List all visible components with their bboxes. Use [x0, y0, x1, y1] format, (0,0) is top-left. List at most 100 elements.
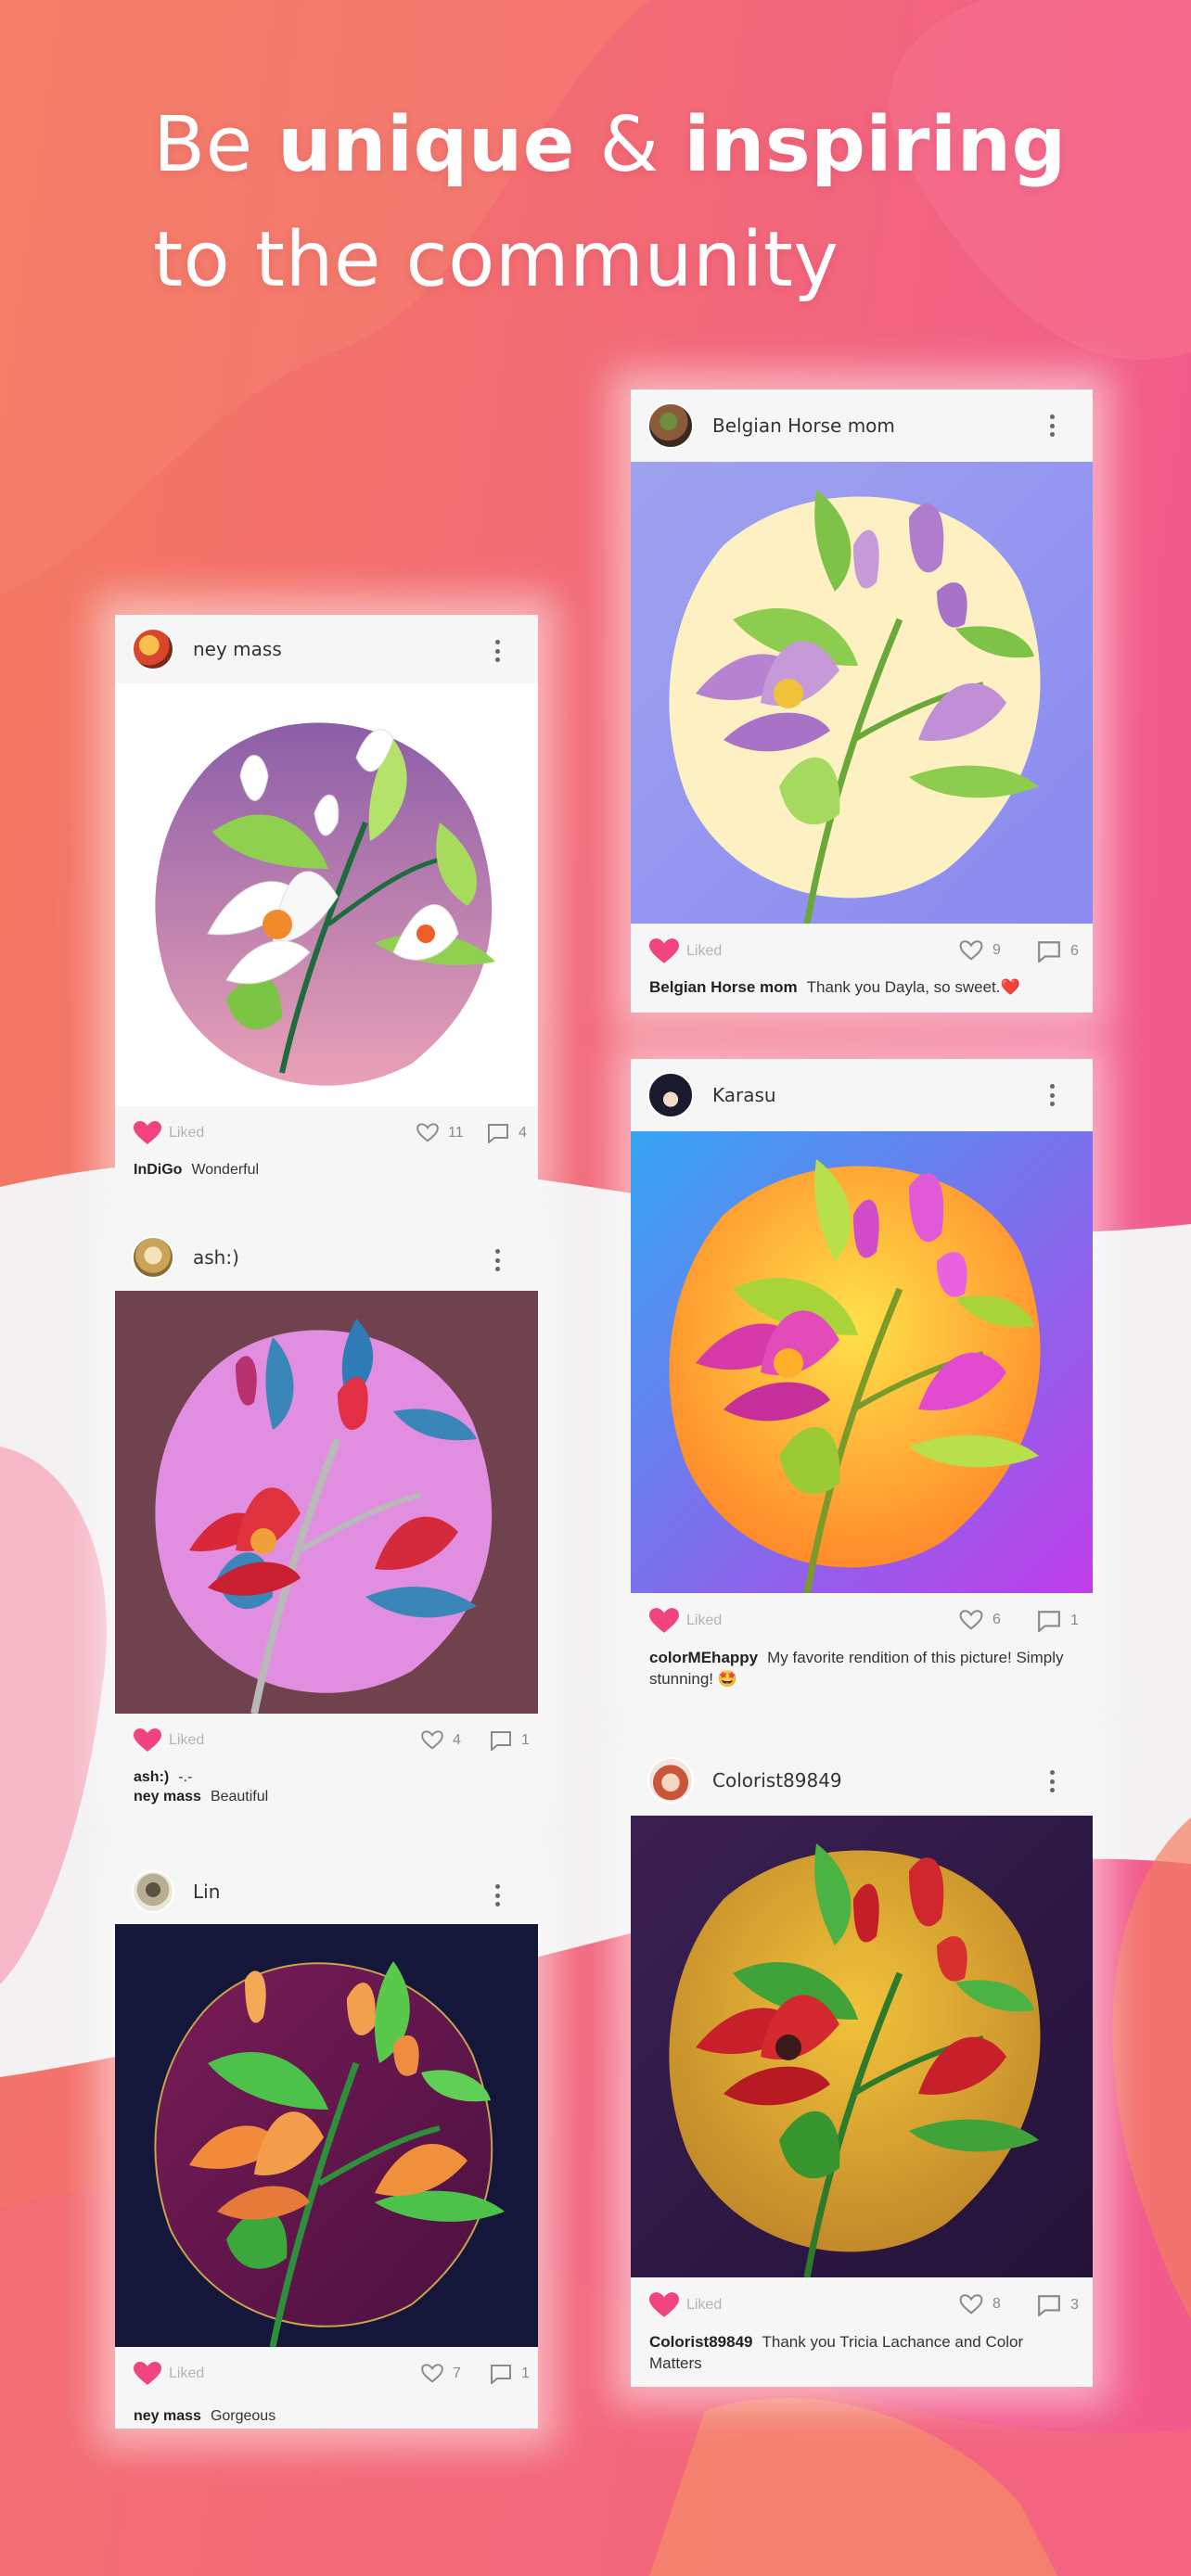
- headline-text: &: [574, 101, 685, 189]
- comment-text: Wonderful: [191, 1162, 260, 1178]
- post-username[interactable]: ney mass: [193, 638, 282, 660]
- like-count[interactable]: 8: [959, 2294, 1001, 2315]
- like-count-value: 6: [992, 1612, 1001, 1627]
- post-card: Lin Liked 7 1 ney mass Gorgeous: [115, 1859, 538, 2429]
- comment-author[interactable]: colorMEhappy: [649, 1649, 758, 1666]
- comment-count[interactable]: 3: [1037, 2294, 1079, 2316]
- heart-outline-icon: [959, 1610, 983, 1630]
- like-count[interactable]: 6: [959, 1610, 1001, 1630]
- avatar[interactable]: [647, 1072, 694, 1118]
- comment-line: Colorist89849 Thank you Tricia Lachance a…: [649, 2331, 1074, 2374]
- avatar[interactable]: [647, 1757, 694, 1804]
- comment-line: ash:) -.-: [134, 1767, 519, 1787]
- comment-text: -.-: [178, 1769, 193, 1785]
- post-actions: Liked 11 4: [134, 1106, 527, 1160]
- comment-icon: [491, 2365, 511, 2384]
- like-count-value: 8: [992, 2296, 1001, 2312]
- comment-count[interactable]: 6: [1037, 940, 1079, 963]
- comment-icon: [491, 1731, 511, 1751]
- more-options-icon[interactable]: [495, 1249, 501, 1271]
- headline-bold-unique: unique: [277, 101, 575, 189]
- liked-button[interactable]: Liked: [649, 938, 722, 964]
- artwork-image[interactable]: [115, 1924, 538, 2347]
- liked-button[interactable]: Liked: [649, 1608, 722, 1634]
- heart-filled-icon: [649, 938, 679, 963]
- artwork-image[interactable]: [115, 683, 538, 1106]
- liked-button[interactable]: Liked: [134, 1728, 204, 1753]
- heart-filled-icon: [134, 1728, 161, 1752]
- comment-author[interactable]: ney mass: [134, 2408, 201, 2424]
- comment-count-value: 4: [519, 1125, 527, 1141]
- more-options-icon[interactable]: [1050, 1770, 1056, 1792]
- post-footer: Liked 6 1 colorMEhappy My favorite rendit…: [631, 1593, 1093, 1708]
- liked-label: Liked: [169, 1125, 205, 1141]
- comment-line: ney mass Gorgeous: [134, 2406, 519, 2426]
- avatar[interactable]: [132, 1870, 174, 1913]
- post-username[interactable]: Lin: [193, 1881, 220, 1903]
- liked-label: Liked: [686, 1613, 723, 1628]
- comment-author[interactable]: InDiGo: [134, 1162, 182, 1178]
- comment-text: Thank you Dayla, so sweet.❤️: [806, 978, 1020, 996]
- comment-author[interactable]: Belgian Horse mom: [649, 978, 798, 996]
- comment-count[interactable]: 1: [1037, 1610, 1079, 1632]
- headline-text: Be: [153, 101, 278, 189]
- more-options-icon[interactable]: [1050, 1084, 1056, 1106]
- post-username[interactable]: Colorist89849: [712, 1769, 842, 1792]
- post-card: ash:) Liked 4 1 ash:) -.- ney mass Beaut…: [115, 1224, 538, 1817]
- post-header: Colorist89849: [631, 1745, 1093, 1816]
- more-options-icon[interactable]: [1050, 414, 1056, 437]
- like-count-value: 9: [992, 942, 1001, 958]
- artwork-image[interactable]: [631, 1816, 1093, 2277]
- comment-icon: [488, 1124, 508, 1143]
- artwork-image[interactable]: [115, 1291, 538, 1714]
- liked-button[interactable]: Liked: [134, 1121, 204, 1145]
- comment-count-value: 3: [1070, 2297, 1079, 2313]
- post-card: Karasu Liked 6 1 colorMEhappy My favorit…: [631, 1059, 1093, 1708]
- liked-button[interactable]: Liked: [649, 2292, 722, 2318]
- post-actions: Liked 7 1: [134, 2347, 530, 2401]
- heart-outline-icon: [959, 940, 983, 961]
- liked-button[interactable]: Liked: [134, 2362, 204, 2386]
- heart-filled-icon: [649, 2292, 679, 2317]
- post-footer: Liked 11 4 InDiGo Wonderful: [115, 1106, 538, 1184]
- headline: Be unique & inspiring to the community: [153, 88, 1067, 318]
- avatar[interactable]: [132, 628, 174, 670]
- post-footer: Liked 9 6 Belgian Horse mom Thank you Day…: [631, 924, 1093, 1013]
- comment-line: colorMEhappy My favorite rendition of thi…: [649, 1647, 1074, 1690]
- post-header: ney mass: [115, 615, 538, 683]
- artwork-image[interactable]: [631, 1131, 1093, 1593]
- more-options-icon[interactable]: [495, 1884, 501, 1906]
- comment-count-value: 1: [521, 2366, 530, 2381]
- like-count[interactable]: 9: [959, 940, 1001, 961]
- heart-filled-icon: [134, 2362, 161, 2385]
- like-count-value: 4: [453, 1731, 461, 1748]
- avatar[interactable]: [132, 1236, 174, 1279]
- comment-author[interactable]: ney mass: [134, 1789, 201, 1804]
- comment-count-value: 6: [1070, 943, 1079, 959]
- comment-count[interactable]: 4: [487, 1123, 527, 1143]
- like-count[interactable]: 4: [421, 1730, 461, 1750]
- heart-filled-icon: [649, 1608, 679, 1633]
- headline-line-2: to the community: [153, 216, 839, 304]
- comment-author[interactable]: Colorist89849: [649, 2333, 753, 2351]
- heart-outline-icon: [959, 2294, 983, 2315]
- comment-count[interactable]: 1: [490, 1730, 530, 1751]
- like-count[interactable]: 7: [421, 2364, 461, 2383]
- comment-count[interactable]: 1: [490, 2364, 530, 2384]
- post-username[interactable]: ash:): [193, 1246, 239, 1269]
- comment-icon: [1038, 1611, 1060, 1632]
- post-username[interactable]: Belgian Horse mom: [712, 414, 895, 437]
- post-header: Karasu: [631, 1059, 1093, 1131]
- heart-outline-icon: [421, 1730, 443, 1750]
- like-count[interactable]: 11: [416, 1123, 464, 1142]
- comment-author[interactable]: ash:): [134, 1769, 169, 1785]
- post-username[interactable]: Karasu: [712, 1084, 776, 1106]
- avatar[interactable]: [647, 402, 694, 449]
- comment-count-value: 1: [1070, 1613, 1079, 1628]
- comment-line: Belgian Horse mom Thank you Dayla, so swe…: [649, 977, 1074, 997]
- artwork-image[interactable]: [631, 462, 1093, 924]
- more-options-icon[interactable]: [495, 640, 501, 662]
- post-actions: Liked 8 3: [649, 2277, 1079, 2331]
- comment-count-value: 1: [521, 1732, 530, 1748]
- comment-text: Gorgeous: [210, 2408, 276, 2424]
